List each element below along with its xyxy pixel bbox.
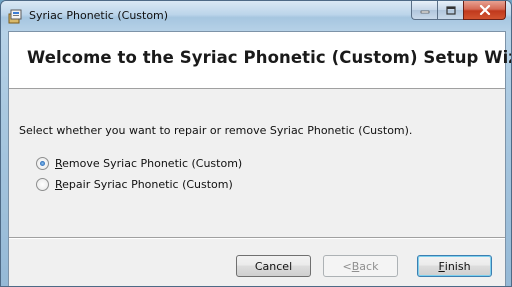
wizard-banner: Welcome to the Syriac Phonetic (Custom) …: [9, 32, 511, 89]
remove-option[interactable]: Remove Syriac Phonetic (Custom): [36, 157, 242, 170]
footer-separator: [9, 237, 505, 239]
wizard-title: Welcome to the Syriac Phonetic (Custom) …: [27, 48, 512, 67]
caption-buttons: [411, 1, 506, 21]
minimize-icon: [420, 10, 429, 14]
maximize-button[interactable]: [437, 1, 463, 20]
repair-label: Repair Syriac Phonetic (Custom): [55, 178, 233, 191]
remove-radio[interactable]: [36, 157, 49, 170]
wizard-content: Select whether you want to repair or rem…: [9, 90, 505, 236]
window-title: Syriac Phonetic (Custom): [29, 9, 169, 22]
cancel-button[interactable]: Cancel: [236, 255, 311, 277]
setup-window: Syriac Phonetic (Custom) Welcome to the …: [0, 0, 512, 287]
close-icon: [479, 5, 490, 15]
remove-label: Remove Syriac Phonetic (Custom): [55, 157, 243, 170]
close-button[interactable]: [463, 1, 506, 20]
title-bar[interactable]: Syriac Phonetic (Custom): [1, 1, 511, 31]
minimize-button[interactable]: [411, 1, 437, 20]
repair-option[interactable]: Repair Syriac Phonetic (Custom): [36, 178, 233, 191]
repair-radio[interactable]: [36, 178, 49, 191]
maximize-icon: [445, 5, 456, 15]
finish-button[interactable]: Finish: [417, 255, 492, 277]
instruction-text: Select whether you want to repair or rem…: [19, 124, 413, 137]
installer-icon: [8, 9, 22, 24]
dialog-client-area: Welcome to the Syriac Phonetic (Custom) …: [8, 31, 511, 286]
back-button[interactable]: < Back: [323, 255, 398, 277]
